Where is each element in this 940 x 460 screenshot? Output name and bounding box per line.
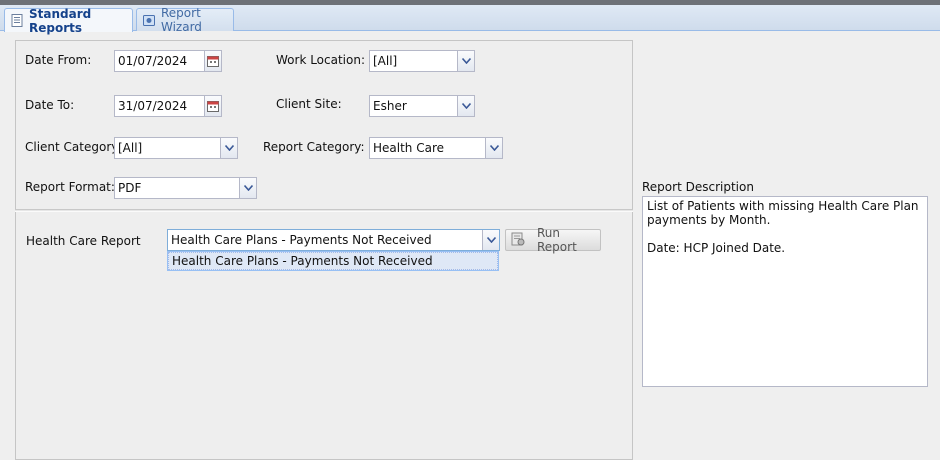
date-from-field[interactable]: 01/07/2024 xyxy=(114,50,222,72)
chevron-down-icon[interactable] xyxy=(457,51,474,71)
tab-report-wizard-label: Report Wizard xyxy=(161,6,202,34)
report-category-value: Health Care xyxy=(373,141,445,155)
tab-strip: Standard Reports Report Wizard xyxy=(0,5,940,35)
report-description-text: List of Patients with missing Health Car… xyxy=(642,196,928,387)
chevron-down-icon[interactable] xyxy=(457,96,474,116)
chevron-down-icon[interactable] xyxy=(220,138,237,158)
report-category-label: Report Category: xyxy=(263,140,365,154)
run-report-icon xyxy=(511,232,525,249)
report-format-select[interactable]: PDF xyxy=(114,177,257,199)
tab-standard-reports-label: Standard Reports xyxy=(29,6,92,35)
report-format-label: Report Format: xyxy=(25,180,115,194)
client-site-select[interactable]: Esher xyxy=(369,95,475,117)
calendar-icon[interactable] xyxy=(204,96,221,116)
chevron-down-icon[interactable] xyxy=(482,230,499,250)
client-category-select[interactable]: [All] xyxy=(114,137,238,159)
report-page-icon xyxy=(11,14,23,27)
client-site-value: Esher xyxy=(373,99,407,113)
run-report-button[interactable]: Run Report xyxy=(505,226,601,254)
date-to-value: 31/07/2024 xyxy=(118,99,188,113)
health-care-report-value: Health Care Plans - Payments Not Receive… xyxy=(171,233,432,247)
panel-divider xyxy=(15,209,633,212)
wizard-icon xyxy=(143,14,155,27)
chevron-down-icon[interactable] xyxy=(485,138,502,158)
health-care-report-dropdown: Health Care Plans - Payments Not Receive… xyxy=(167,251,499,271)
health-care-report-label: Health Care Report xyxy=(26,234,141,248)
tab-report-wizard[interactable]: Report Wizard xyxy=(136,6,234,34)
date-from-value: 01/07/2024 xyxy=(118,54,188,68)
dropdown-option[interactable]: Health Care Plans - Payments Not Receive… xyxy=(168,252,498,270)
client-category-label: Client Category: xyxy=(25,140,122,154)
report-category-select[interactable]: Health Care xyxy=(369,137,503,159)
work-location-select[interactable]: [All] xyxy=(369,50,475,72)
date-to-label: Date To: xyxy=(25,98,75,112)
client-category-value: [All] xyxy=(118,141,143,155)
date-to-field[interactable]: 31/07/2024 xyxy=(114,95,222,117)
tab-standard-reports[interactable]: Standard Reports xyxy=(4,6,133,35)
report-description-label: Report Description xyxy=(642,180,754,194)
report-format-value: PDF xyxy=(118,181,142,195)
work-location-value: [All] xyxy=(373,54,398,68)
chevron-down-icon[interactable] xyxy=(239,178,256,198)
date-from-label: Date From: xyxy=(25,53,92,67)
health-care-report-select[interactable]: Health Care Plans - Payments Not Receive… xyxy=(167,229,500,251)
calendar-icon[interactable] xyxy=(204,51,221,71)
run-report-label: Run Report xyxy=(537,226,577,254)
work-location-label: Work Location: xyxy=(276,53,365,67)
client-site-label: Client Site: xyxy=(276,97,342,111)
